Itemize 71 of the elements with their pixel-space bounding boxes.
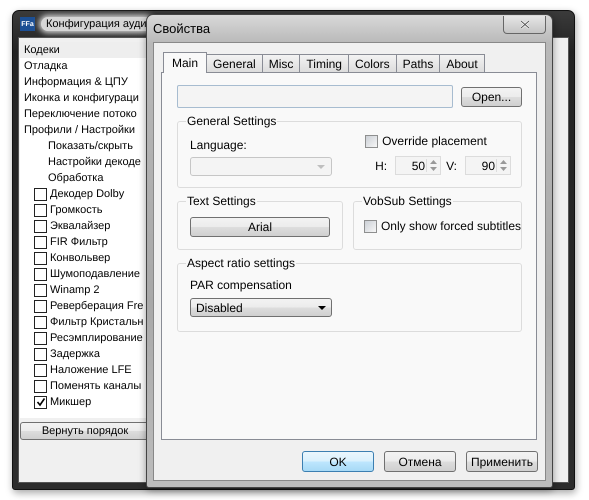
checkbox[interactable] xyxy=(34,188,47,200)
checkbox[interactable] xyxy=(34,220,47,232)
font-button[interactable]: Arial xyxy=(190,217,330,237)
tab[interactable]: Colors xyxy=(348,54,397,72)
list-item[interactable]: Кодеки xyxy=(20,42,146,58)
dropdown-arrow-icon xyxy=(317,164,325,168)
list-item[interactable]: Настройки декоде xyxy=(20,154,146,170)
dialog-button[interactable]: OK xyxy=(302,451,374,472)
field-label: V: xyxy=(446,158,457,172)
list-item[interactable]: Winamp 2 xyxy=(50,282,100,298)
tab[interactable]: Misc xyxy=(262,54,300,72)
spin-field[interactable]: 50 xyxy=(395,156,442,175)
checkbox[interactable] xyxy=(34,332,47,344)
checkbox[interactable] xyxy=(34,300,47,312)
list-item[interactable]: Ресэмплирование xyxy=(50,330,143,346)
group-title: General Settings xyxy=(186,114,278,128)
checkbox[interactable] xyxy=(364,220,377,232)
tab[interactable]: Timing xyxy=(300,54,349,72)
checkbox[interactable] xyxy=(34,284,47,296)
close-button[interactable] xyxy=(503,16,546,34)
tab[interactable]: General xyxy=(207,54,263,72)
tab[interactable]: Main xyxy=(163,52,208,73)
list-item[interactable]: Фильтр Кристальн xyxy=(50,314,144,330)
list-item[interactable]: Задержка xyxy=(50,346,100,362)
list-item[interactable]: FIR Фильтр xyxy=(50,234,108,250)
close-icon xyxy=(520,20,530,29)
tab[interactable]: About xyxy=(440,54,485,72)
list-item[interactable]: Декодер Dolby xyxy=(50,186,124,202)
dialog-button[interactable]: Отмена xyxy=(384,451,456,472)
list-item[interactable]: Профили / Настройки xyxy=(20,122,146,138)
list-item[interactable]: Поменять каналы xyxy=(50,378,142,394)
field-label: PAR compensation xyxy=(190,278,293,292)
dialog-button[interactable]: Применить xyxy=(466,451,538,472)
list-item[interactable]: Реверберация Fre xyxy=(50,298,144,314)
group-title: Aspect ratio settings xyxy=(186,256,296,270)
spin-field[interactable]: 90 xyxy=(465,156,511,175)
checkbox[interactable] xyxy=(365,134,378,148)
list-item[interactable]: Информация & ЦПУ xyxy=(20,74,146,90)
checkbox-label: Only show forced subtitles xyxy=(380,219,521,233)
list-item[interactable]: Громкость xyxy=(50,202,102,218)
list-item[interactable]: Показать/скрыть xyxy=(20,138,146,154)
list-item[interactable]: Иконка и конфигураци xyxy=(20,90,146,106)
list-item[interactable]: Отладка xyxy=(20,58,146,74)
checkbox-label: Override placement xyxy=(382,134,487,148)
checkbox[interactable] xyxy=(34,268,47,280)
group-title: Text Settings xyxy=(186,194,257,208)
dialog-title: Свойства xyxy=(153,21,210,36)
list-item[interactable]: Шумоподавление xyxy=(50,266,140,282)
checkbox[interactable] xyxy=(34,364,47,376)
dropdown-arrow-icon xyxy=(318,306,326,310)
list-item[interactable]: Эквалайзер xyxy=(50,218,110,234)
checkbox[interactable] xyxy=(34,348,47,360)
spin-arrows-icon xyxy=(496,159,510,172)
list-item[interactable]: Обработка xyxy=(20,170,146,186)
list-item[interactable]: Наложение LFE xyxy=(50,362,132,378)
list-item[interactable]: Конвольвер xyxy=(50,250,110,266)
list-item[interactable]: Микшер xyxy=(50,394,92,410)
path-field[interactable] xyxy=(177,85,453,108)
checkbox[interactable] xyxy=(34,396,47,408)
field-label: H: xyxy=(375,158,388,172)
checkbox[interactable] xyxy=(34,316,47,328)
open-button[interactable]: Open... xyxy=(461,86,522,106)
checkbox[interactable] xyxy=(34,204,47,216)
tab[interactable]: Paths xyxy=(396,54,440,72)
checkbox[interactable] xyxy=(34,236,47,248)
checkbox[interactable] xyxy=(34,252,47,264)
field-label: Language: xyxy=(190,138,248,152)
group-title: VobSub Settings xyxy=(362,194,453,208)
checkbox[interactable] xyxy=(34,380,47,392)
par-dropdown[interactable]: Disabled xyxy=(190,298,332,317)
list-item[interactable]: Переключение потоко xyxy=(20,106,146,122)
